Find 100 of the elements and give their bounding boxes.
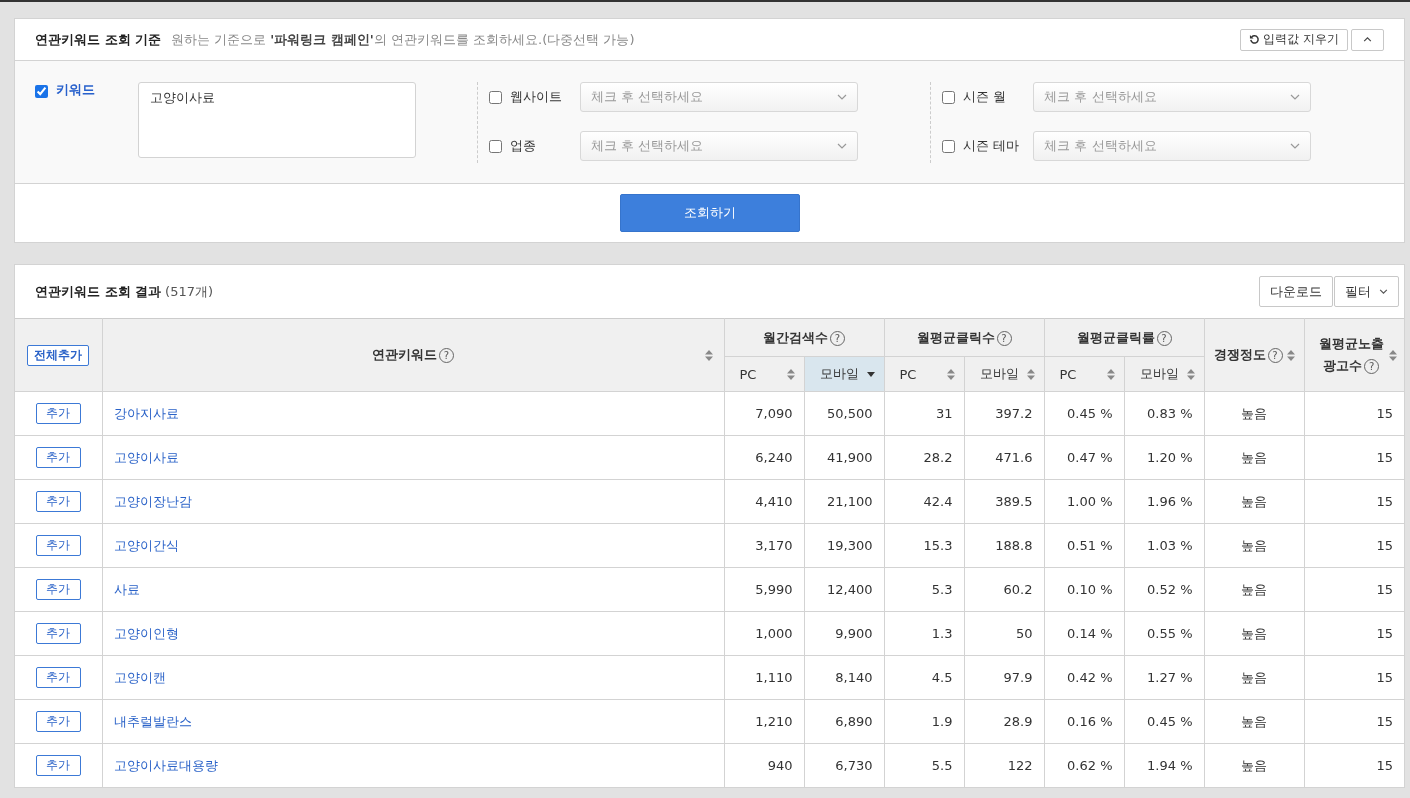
column-header[interactable]: 모바일 — [804, 356, 884, 392]
add-button[interactable]: 추가 — [35, 403, 81, 424]
filter-button[interactable]: 필터 — [1334, 276, 1399, 307]
table-cell: 0.45 % — [1124, 699, 1204, 744]
table-cell: 높음 — [1204, 567, 1304, 612]
column-header: 연관키워드 — [372, 347, 437, 362]
checkbox[interactable] — [488, 90, 502, 104]
filter-label: 업종 — [509, 137, 537, 155]
table-cell: 1.03 % — [1124, 523, 1204, 568]
keyword-link[interactable]: 고양이인형 — [113, 625, 179, 641]
table-cell: 0.42 % — [1044, 655, 1124, 700]
add-button[interactable]: 추가 — [35, 579, 81, 600]
add-button[interactable]: 추가 — [35, 755, 81, 776]
table-cell: 높음 — [1204, 435, 1304, 480]
checkbox[interactable] — [942, 90, 956, 104]
table-cell: 97.9 — [964, 655, 1044, 700]
table-cell: 31 — [884, 391, 964, 436]
keyword-link[interactable]: 고양이사료 — [113, 449, 179, 465]
keyword-link[interactable]: 고양이캔 — [113, 669, 166, 685]
keyword-input-field[interactable]: 고양이사료 — [138, 82, 416, 158]
column-header: 월평균노출 — [1318, 336, 1384, 351]
table-cell: 5,990 — [724, 567, 804, 612]
column-header: 광고수 — [1323, 358, 1363, 373]
table-cell: 7,090 — [724, 391, 804, 436]
column-header[interactable]: 모바일 — [964, 356, 1044, 392]
table-cell: 1.27 % — [1124, 655, 1204, 700]
search-button[interactable]: 조회하기 — [619, 194, 800, 232]
table-cell: 4,410 — [724, 479, 804, 524]
column-header[interactable]: 모바일 — [1124, 356, 1204, 392]
table-cell: 1.94 % — [1124, 743, 1204, 788]
panel-title: 연관키워드 조회 기준 — [35, 30, 162, 49]
add-button[interactable]: 추가 — [35, 447, 81, 468]
table-cell: 0.14 % — [1044, 611, 1124, 656]
add-all-button[interactable]: 전체추가 — [27, 344, 90, 366]
sort-icon[interactable] — [1106, 368, 1115, 380]
table-cell: 188.8 — [964, 523, 1044, 568]
add-button[interactable]: 추가 — [35, 623, 81, 644]
table-cell: 0.55 % — [1124, 611, 1204, 656]
sort-icon[interactable] — [1026, 368, 1035, 380]
keyword-link[interactable]: 고양이간식 — [113, 537, 179, 553]
table-cell: 940 — [724, 743, 804, 788]
table-cell: 12,400 — [804, 567, 884, 612]
table-cell: 21,100 — [804, 479, 884, 524]
table-cell: 0.52 % — [1124, 567, 1204, 612]
table-cell: 28.9 — [964, 699, 1044, 744]
table-cell: 1.20 % — [1124, 435, 1204, 480]
sort-icon[interactable] — [704, 349, 713, 361]
add-button[interactable]: 추가 — [35, 535, 81, 556]
keyword-link[interactable]: 고양이장난감 — [113, 493, 192, 509]
table-cell: 1.9 — [884, 699, 964, 744]
column-header[interactable]: PC — [724, 356, 804, 392]
filter-label: 웹사이트 — [509, 88, 563, 106]
table-cell: 50,500 — [804, 391, 884, 436]
add-button[interactable]: 추가 — [35, 711, 81, 732]
chevron-down-icon — [836, 94, 847, 100]
reset-button[interactable]: 입력값 지우기 — [1240, 28, 1348, 51]
column-header: 월평균클릭수 — [916, 329, 995, 345]
table-cell: 42.4 — [884, 479, 964, 524]
table-cell: 28.2 — [884, 435, 964, 480]
sort-icon[interactable] — [1286, 349, 1295, 361]
sort-icon[interactable] — [786, 368, 795, 380]
filter-label: 시즌 테마 — [963, 137, 1021, 155]
checkbox[interactable] — [35, 85, 48, 98]
table-cell: 3,170 — [724, 523, 804, 568]
table-cell: 5.3 — [884, 567, 964, 612]
table-cell: 0.62 % — [1044, 743, 1124, 788]
add-button[interactable]: 추가 — [35, 667, 81, 688]
table-cell: 0.45 % — [1044, 391, 1124, 436]
chevron-down-icon — [1379, 289, 1388, 294]
table-cell: 389.5 — [964, 479, 1044, 524]
sort-icon[interactable] — [946, 368, 955, 380]
table-cell: 0.10 % — [1044, 567, 1124, 612]
keyword-link[interactable]: 내추럴발란스 — [113, 713, 192, 729]
chevron-down-icon — [1290, 94, 1301, 100]
collapse-button[interactable] — [1351, 28, 1384, 51]
keyword-link[interactable]: 강아지사료 — [113, 405, 179, 421]
keyword-link[interactable]: 고양이사료대용량 — [113, 757, 218, 773]
add-button[interactable]: 추가 — [35, 491, 81, 512]
download-button[interactable]: 다운로드 — [1259, 276, 1333, 307]
sort-icon[interactable] — [1186, 368, 1195, 380]
table-cell: 9,900 — [804, 611, 884, 656]
table-cell: 1,000 — [724, 611, 804, 656]
keyword-link[interactable]: 사료 — [113, 581, 140, 597]
keyword-label: 키워드 — [56, 81, 96, 99]
table-cell: 1.3 — [884, 611, 964, 656]
table-cell: 15.3 — [884, 523, 964, 568]
panel-description: 원하는 기준으로 '파워링크 캠페인'의 연관키워드를 조회하세요.(다중선택 가능) — [171, 30, 635, 49]
reset-icon — [1249, 34, 1261, 45]
table-cell: 397.2 — [964, 391, 1044, 436]
table-cell: 122 — [964, 743, 1044, 788]
sort-descending-icon[interactable] — [866, 371, 875, 377]
column-header[interactable]: PC — [1044, 356, 1124, 392]
sort-icon[interactable] — [1389, 349, 1397, 361]
column-header: 경쟁정도 — [1213, 347, 1266, 362]
checkbox[interactable] — [488, 139, 502, 153]
table-cell: 6,890 — [804, 699, 884, 744]
checkbox[interactable] — [942, 139, 956, 153]
table-cell: 1.00 % — [1044, 479, 1124, 524]
table-cell: 0.83 % — [1124, 391, 1204, 436]
column-header[interactable]: PC — [884, 356, 964, 392]
